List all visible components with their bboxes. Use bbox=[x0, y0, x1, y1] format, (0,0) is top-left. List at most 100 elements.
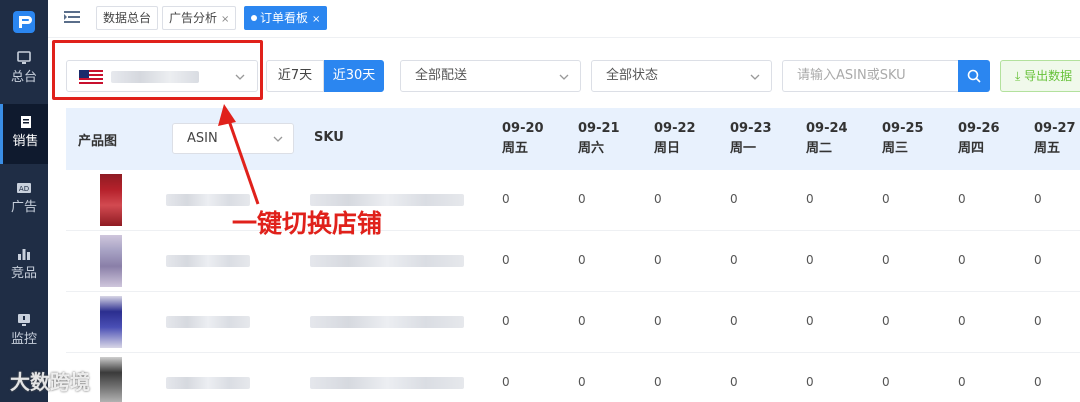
day-column-header: 09-20 周五 bbox=[502, 119, 544, 159]
day-weekday: 周三 bbox=[882, 141, 909, 156]
order-count-cell: 0 bbox=[806, 375, 814, 389]
order-count-cell: 0 bbox=[654, 314, 662, 328]
tab-data-dashboard[interactable]: 数据总台 bbox=[96, 6, 159, 30]
period-7-days-button[interactable]: 近7天 bbox=[266, 60, 324, 92]
order-count-cell: 0 bbox=[730, 375, 738, 389]
order-count-cell: 0 bbox=[882, 375, 890, 389]
day-date: 09-26 bbox=[958, 121, 1000, 136]
download-icon: ⤓ bbox=[1015, 69, 1025, 83]
order-count-cell: 0 bbox=[654, 192, 662, 206]
day-weekday: 周日 bbox=[654, 141, 681, 156]
product-thumbnail[interactable] bbox=[100, 357, 122, 402]
order-count-cell: 0 bbox=[958, 375, 966, 389]
sidebar-item-sales[interactable]: 销售 bbox=[0, 104, 48, 164]
close-icon[interactable]: × bbox=[312, 14, 320, 25]
order-count-cell: 0 bbox=[578, 253, 586, 267]
sidebar-item-ads[interactable]: AD 广告 bbox=[0, 170, 48, 230]
order-count-cell: 0 bbox=[730, 192, 738, 206]
active-dot-icon bbox=[251, 15, 257, 21]
order-count-cell: 0 bbox=[654, 253, 662, 267]
col-image-header: 产品图 bbox=[78, 134, 118, 149]
close-icon[interactable]: × bbox=[221, 14, 229, 25]
sidebar-item-label: 销售 bbox=[12, 134, 39, 149]
order-count-cell: 0 bbox=[958, 192, 966, 206]
order-count-cell: 0 bbox=[578, 314, 586, 328]
sku-blurred bbox=[310, 316, 464, 328]
order-count-cell: 0 bbox=[806, 253, 814, 267]
sidebar-item-competitors[interactable]: 竞品 bbox=[0, 236, 48, 296]
order-count-cell: 0 bbox=[502, 192, 510, 206]
bar-chart-icon bbox=[18, 249, 30, 260]
order-count-cell: 0 bbox=[882, 314, 890, 328]
tab-label: 数据总台 bbox=[103, 11, 152, 25]
sidebar-item-label: 监控 bbox=[10, 332, 37, 347]
product-thumbnail[interactable] bbox=[100, 296, 122, 348]
table-row[interactable]: 0 0 0 0 0 0 0 0 bbox=[66, 231, 1080, 292]
order-count-cell: 0 bbox=[882, 192, 890, 206]
day-date: 09-27 bbox=[1034, 121, 1076, 136]
search-button[interactable] bbox=[958, 60, 990, 92]
sku-blurred bbox=[310, 377, 464, 389]
order-count-cell: 0 bbox=[806, 192, 814, 206]
ad-icon: AD bbox=[17, 183, 31, 193]
day-column-header: 09-26 周四 bbox=[958, 119, 1000, 159]
order-count-cell: 0 bbox=[578, 192, 586, 206]
app-logo-icon[interactable] bbox=[10, 8, 38, 36]
sidebar-item-label: 总台 bbox=[10, 70, 37, 85]
monitor-alert-icon bbox=[18, 314, 30, 326]
day-date: 09-22 bbox=[654, 121, 696, 136]
monitor-icon bbox=[17, 51, 31, 64]
day-column-header: 09-24 周二 bbox=[806, 119, 848, 159]
export-label: 导出数据 bbox=[1024, 69, 1073, 83]
table-row[interactable]: 0 0 0 0 0 0 0 0 bbox=[66, 353, 1080, 402]
day-date: 09-23 bbox=[730, 121, 772, 136]
table-row[interactable]: 0 0 0 0 0 0 0 0 bbox=[66, 292, 1080, 353]
day-weekday: 周六 bbox=[578, 141, 605, 156]
sidebar-item-label: 竞品 bbox=[10, 266, 37, 281]
day-weekday: 周五 bbox=[502, 141, 529, 156]
document-icon bbox=[20, 116, 31, 128]
order-count-cell: 0 bbox=[578, 375, 586, 389]
day-date: 09-25 bbox=[882, 121, 924, 136]
annotation-arrow-icon bbox=[218, 104, 260, 205]
status-select[interactable]: 全部状态 bbox=[591, 60, 772, 92]
tab-order-board[interactable]: 订单看板 × bbox=[244, 6, 328, 30]
order-count-cell: 0 bbox=[1034, 253, 1042, 267]
status-select-value: 全部状态 bbox=[606, 68, 659, 83]
day-column-header: 09-27 周五 bbox=[1034, 119, 1076, 159]
product-thumbnail[interactable] bbox=[100, 235, 122, 287]
delivery-select-value: 全部配送 bbox=[415, 68, 468, 83]
annotation-text: 一键切换店铺 bbox=[232, 209, 383, 238]
asin-blurred bbox=[166, 255, 250, 267]
menu-collapse-icon[interactable] bbox=[64, 10, 80, 24]
delivery-select[interactable]: 全部配送 bbox=[400, 60, 581, 92]
asin-blurred bbox=[166, 316, 250, 328]
sidebar-item-label: 广告 bbox=[10, 200, 37, 215]
tab-label: 广告分析 bbox=[169, 11, 218, 25]
day-column-header: 09-21 周六 bbox=[578, 119, 620, 159]
order-count-cell: 0 bbox=[882, 253, 890, 267]
search-icon bbox=[967, 69, 981, 83]
order-count-cell: 0 bbox=[1034, 375, 1042, 389]
tabs-bar: 数据总台 广告分析 × 订单看板 × bbox=[48, 0, 1080, 38]
day-date: 09-24 bbox=[806, 121, 848, 136]
order-count-cell: 0 bbox=[502, 253, 510, 267]
tab-ad-analysis[interactable]: 广告分析 × bbox=[162, 6, 237, 30]
sidebar-item-dashboard[interactable]: 总台 bbox=[0, 40, 48, 100]
search-input[interactable]: 请输入ASIN或SKU bbox=[782, 60, 958, 92]
order-count-cell: 0 bbox=[730, 253, 738, 267]
sku-blurred bbox=[310, 255, 464, 267]
asin-blurred bbox=[166, 377, 250, 389]
col-sku-header: SKU bbox=[314, 130, 344, 145]
watermark: 大数跨境 bbox=[10, 370, 90, 394]
period-30-days-button[interactable]: 近30天 bbox=[324, 60, 384, 92]
order-count-cell: 0 bbox=[1034, 192, 1042, 206]
order-count-cell: 0 bbox=[730, 314, 738, 328]
sidebar-item-monitor[interactable]: 监控 bbox=[0, 302, 48, 362]
svg-text:AD: AD bbox=[19, 185, 29, 193]
day-column-header: 09-22 周日 bbox=[654, 119, 696, 159]
export-button[interactable]: ⤓ 导出数据 bbox=[1000, 60, 1080, 92]
product-thumbnail[interactable] bbox=[100, 174, 122, 226]
order-count-cell: 0 bbox=[958, 314, 966, 328]
day-weekday: 周五 bbox=[1034, 141, 1061, 156]
